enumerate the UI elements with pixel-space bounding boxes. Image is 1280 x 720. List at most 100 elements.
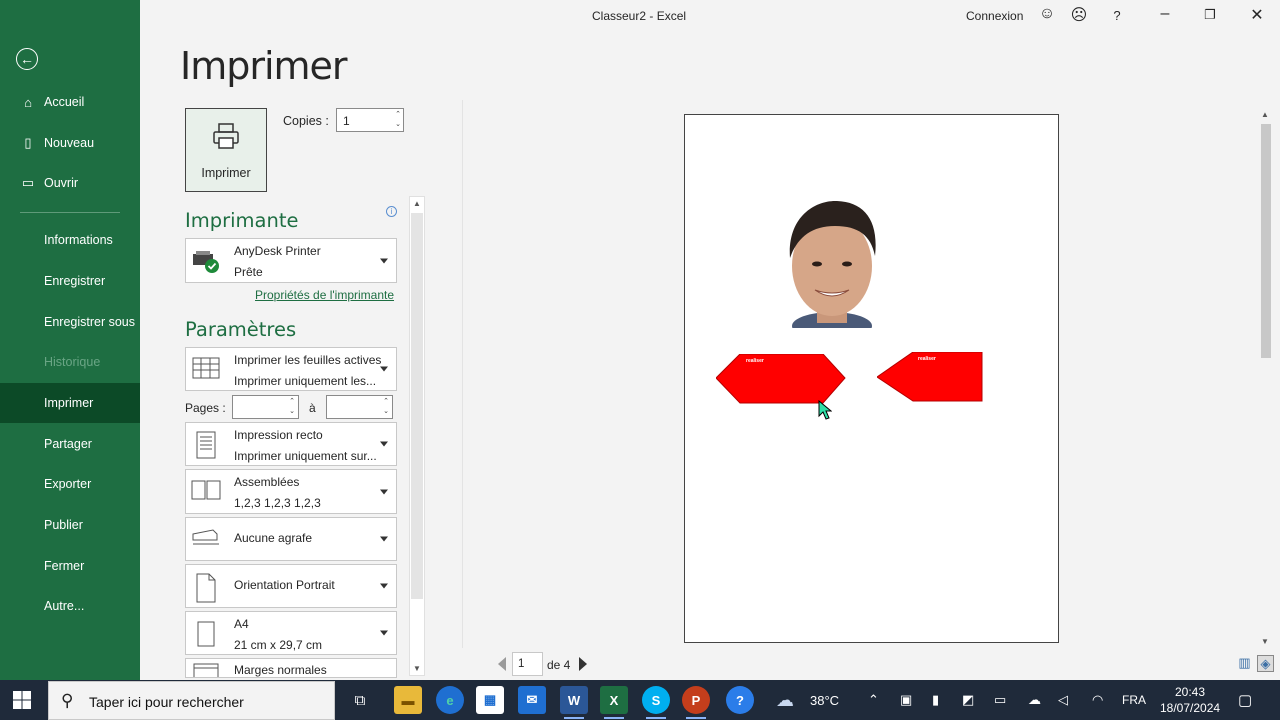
pages-to-spinner[interactable]: ⌃ ⌄	[383, 397, 389, 417]
zoom-to-page-icon[interactable]: ◈	[1257, 655, 1274, 672]
scroll-down-icon[interactable]: ▼	[413, 664, 421, 673]
collate-dropdown[interactable]: Assemblées 1,2,3 1,2,3 1,2,3	[185, 469, 397, 514]
printer-ready-icon	[191, 248, 221, 274]
show-hidden-icons-icon[interactable]: ⌃	[868, 680, 879, 720]
print-sides-dropdown[interactable]: Impression recto Imprimer uniquement sur…	[185, 422, 397, 466]
meet-now-icon[interactable]: ▣	[900, 680, 912, 720]
mouse-cursor-icon	[818, 400, 832, 420]
scroll-up-icon[interactable]: ▲	[1261, 110, 1269, 119]
scroll-down-icon[interactable]: ▼	[1261, 637, 1269, 646]
collate-subtitle: 1,2,3 1,2,3 1,2,3	[234, 496, 321, 510]
sidebar-item-enregistrer-sous[interactable]: Enregistrer sous	[0, 302, 140, 342]
chevron-down-icon	[380, 441, 388, 447]
print-sides-title: Impression recto	[234, 428, 323, 442]
anydesk-tray-icon[interactable]: ◩	[962, 680, 974, 720]
get-help-icon[interactable]: ?	[726, 686, 754, 714]
orientation-dropdown[interactable]: Orientation Portrait	[185, 564, 397, 608]
file-explorer-icon[interactable]: ▬	[394, 686, 422, 714]
staple-title: Aucune agrafe	[234, 531, 313, 545]
windows-taskbar: ⚲ Taper ici pour rechercher ⧉ ▬ e ▦ ✉ W …	[0, 680, 1280, 720]
language-indicator[interactable]: FRA	[1122, 680, 1146, 720]
home-icon: ⌂	[24, 94, 32, 110]
red-arrow-shape-left[interactable]	[716, 354, 846, 404]
sidebar-item-partager[interactable]: Partager	[0, 424, 140, 464]
sidebar-item-fermer[interactable]: Fermer	[0, 546, 140, 586]
print-what-dropdown[interactable]: Imprimer les feuilles actives Imprimer u…	[185, 347, 397, 391]
edge-browser-icon[interactable]: e	[436, 686, 464, 714]
next-page-icon[interactable]	[579, 657, 587, 671]
sidebar-item-informations[interactable]: Informations	[0, 220, 140, 260]
search-icon: ⚲	[61, 691, 74, 710]
onedrive-icon[interactable]: ☁	[1028, 680, 1041, 720]
settings-section-title: Paramètres	[185, 318, 297, 341]
sidebar-item-publier[interactable]: Publier	[0, 505, 140, 545]
task-view-icon[interactable]: ⧉	[346, 686, 374, 714]
sidebar-item-label: Partager	[44, 437, 92, 451]
minimize-icon[interactable]: –	[1154, 5, 1176, 23]
single-sided-icon	[191, 431, 221, 459]
current-page-input[interactable]: 1	[512, 652, 543, 676]
pages-from-input[interactable]: ⌃ ⌄	[232, 395, 299, 419]
print-button[interactable]: Imprimer	[185, 108, 267, 192]
battery-icon[interactable]: ▭	[994, 680, 1006, 720]
pages-label: Pages :	[185, 401, 226, 415]
sidebar-item-exporter[interactable]: Exporter	[0, 464, 140, 504]
skype-icon[interactable]: S	[642, 686, 670, 719]
wifi-icon[interactable]: ◠	[1092, 680, 1103, 720]
weather-icon[interactable]: ☁	[776, 680, 794, 720]
excel-icon[interactable]: X	[600, 686, 628, 719]
sidebar-item-nouveau[interactable]: ▯ Nouveau	[0, 123, 140, 163]
prev-page-icon[interactable]	[498, 657, 506, 671]
scroll-up-icon[interactable]: ▲	[413, 199, 421, 208]
taskbar-search-input[interactable]: ⚲ Taper ici pour rechercher	[48, 681, 335, 720]
powerpoint-icon[interactable]: P	[682, 686, 710, 719]
paper-size-subtitle: 21 cm x 29,7 cm	[234, 638, 323, 652]
copies-spinner[interactable]: ⌃ ⌄	[395, 110, 401, 130]
back-arrow-icon[interactable]: ←	[16, 48, 38, 70]
show-margins-icon[interactable]: ▥	[1236, 655, 1253, 672]
margins-dropdown[interactable]: Marges normales	[185, 658, 397, 678]
title-bar: Classeur2 - Excel Connexion ☺ ☹ ? – ❐ ✕	[140, 0, 1280, 32]
print-sides-subtitle: Imprimer uniquement sur...	[234, 449, 377, 463]
settings-scrollbar[interactable]: ▲ ▼	[409, 196, 425, 676]
close-icon[interactable]: ✕	[1246, 5, 1268, 25]
sidebar-item-imprimer[interactable]: Imprimer	[0, 383, 140, 423]
sidebar-item-enregistrer[interactable]: Enregistrer	[0, 261, 140, 301]
store-icon[interactable]: ▦	[476, 686, 504, 714]
windows-start-icon[interactable]	[12, 690, 32, 710]
weather-temperature[interactable]: 38°C	[810, 680, 839, 720]
preview-scrollbar[interactable]: ▲ ▼	[1258, 108, 1274, 648]
smile-icon[interactable]: ☺	[1036, 5, 1058, 23]
mail-icon[interactable]: ✉	[518, 686, 546, 714]
notifications-icon[interactable]: ▢	[1238, 680, 1252, 720]
volume-icon[interactable]: ◁	[1058, 680, 1068, 720]
copies-input[interactable]: 1 ⌃ ⌄	[336, 108, 404, 132]
staple-dropdown[interactable]: Aucune agrafe	[185, 517, 397, 561]
pages-to-input[interactable]: ⌃ ⌄	[326, 395, 393, 419]
sidebar-item-label: Imprimer	[44, 396, 94, 410]
word-icon[interactable]: W	[560, 686, 588, 719]
scroll-thumb[interactable]	[411, 213, 423, 599]
sidebar-item-accueil[interactable]: ⌂ Accueil	[0, 82, 140, 122]
signin-link[interactable]: Connexion	[966, 9, 1023, 23]
folder-icon: ▭	[21, 175, 35, 190]
paper-size-dropdown[interactable]: A4 21 cm x 29,7 cm	[185, 611, 397, 655]
sidebar-item-ouvrir[interactable]: ▭ Ouvrir	[0, 163, 140, 203]
help-icon[interactable]: ?	[1106, 8, 1128, 23]
microphone-icon[interactable]: ▮	[932, 680, 939, 720]
taskbar-clock[interactable]: 20:43 18/07/2024	[1160, 684, 1220, 716]
sidebar-item-label: Nouveau	[44, 136, 95, 150]
pages-from-spinner[interactable]: ⌃ ⌄	[289, 397, 295, 417]
sidebar-item-label: Autre...	[44, 599, 85, 613]
printer-properties-link[interactable]: Propriétés de l'imprimante	[255, 288, 394, 302]
collate-title: Assemblées	[234, 475, 300, 489]
print-what-title: Imprimer les feuilles actives	[234, 353, 382, 367]
restore-icon[interactable]: ❐	[1199, 7, 1221, 23]
scroll-thumb[interactable]	[1261, 124, 1271, 358]
sidebar-item-autre[interactable]: Autre...	[0, 586, 140, 626]
info-icon[interactable]: i	[386, 206, 397, 217]
frown-icon[interactable]: ☹	[1068, 5, 1090, 25]
printer-dropdown[interactable]: AnyDesk Printer Prête	[185, 238, 397, 283]
clock-date: 18/07/2024	[1160, 701, 1221, 715]
sidebar-divider	[20, 212, 120, 213]
